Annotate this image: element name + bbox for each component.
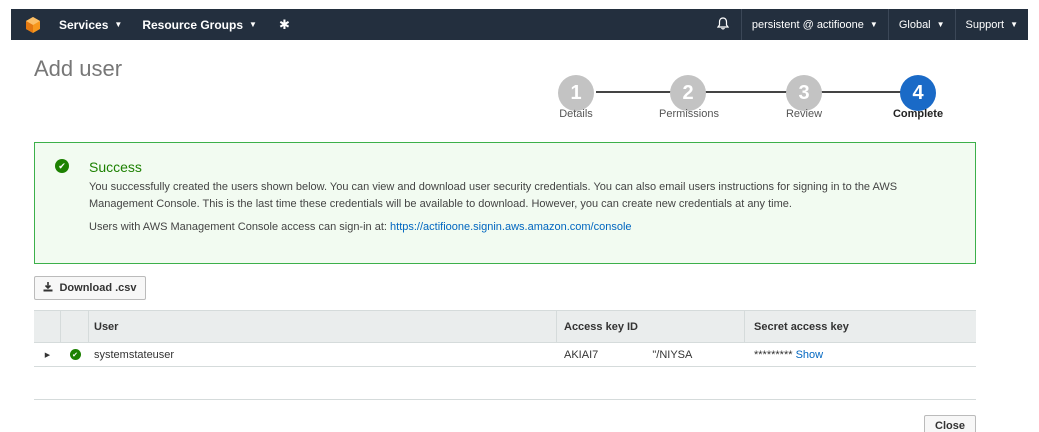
check-circle-icon: ✔ <box>55 159 69 173</box>
support-label: Support <box>965 18 1005 31</box>
support-menu[interactable]: Support ▼ <box>956 9 1028 40</box>
step-4-circle: 4 <box>900 75 936 111</box>
access-key-end: "/NIYSA <box>652 348 693 361</box>
step-1-circle: 1 <box>558 75 594 111</box>
users-table: User Access key ID Secret access key ▶ ✔… <box>34 310 976 367</box>
user-column-header[interactable]: User <box>94 321 118 333</box>
pin-icon[interactable]: ✱ <box>267 17 302 33</box>
signin-info: Users with AWS Management Console access… <box>89 221 632 233</box>
top-nav-bar: Services ▼ Resource Groups ▼ ✱ persisten… <box>11 9 1028 40</box>
region-label: Global <box>898 18 931 31</box>
account-label: persistent @ actifioone <box>751 18 864 31</box>
check-circle-icon: ✔ <box>69 349 81 360</box>
services-menu[interactable]: Services ▼ <box>49 9 132 40</box>
status-column-header <box>61 311 89 342</box>
table-header: User Access key ID Secret access key <box>34 310 976 343</box>
step-2-circle: 2 <box>670 75 706 111</box>
footer-divider <box>34 399 976 400</box>
step-1-label: Details <box>559 108 593 120</box>
signin-prefix: Users with AWS Management Console access… <box>89 221 387 233</box>
caret-right-icon: ▶ <box>44 351 51 359</box>
step-3-circle: 3 <box>786 75 822 111</box>
download-csv-label: Download .csv <box>59 282 137 294</box>
chevron-down-icon: ▼ <box>936 20 945 29</box>
aws-logo-icon[interactable] <box>17 9 49 40</box>
access-key-start: AKIAI7 <box>564 348 599 361</box>
chevron-down-icon: ▼ <box>249 20 257 29</box>
column-divider <box>744 311 745 342</box>
step-2-label: Permissions <box>659 108 719 120</box>
page-title: Add user <box>34 56 123 81</box>
download-csv-button[interactable]: Download .csv <box>34 276 146 300</box>
table-row: ▶ ✔ systemstateuser AKIAI7 "/NIYSA *****… <box>34 343 976 367</box>
resource-groups-menu[interactable]: Resource Groups ▼ <box>132 9 267 40</box>
region-menu[interactable]: Global ▼ <box>889 9 955 40</box>
step-3-label: Review <box>785 108 823 120</box>
signin-url-link[interactable]: https://actifioone.signin.aws.amazon.com… <box>390 221 632 233</box>
step-connector-line <box>596 91 908 93</box>
expand-row-toggle[interactable]: ▶ <box>34 343 61 366</box>
secret-mask: ********* <box>754 348 793 361</box>
row-status: ✔ <box>61 343 89 366</box>
close-button[interactable]: Close <box>924 415 976 432</box>
success-alert: ✔ Success You successfully created the u… <box>34 142 976 264</box>
account-menu[interactable]: persistent @ actifioone ▼ <box>742 9 888 40</box>
chevron-down-icon: ▼ <box>1010 20 1018 29</box>
bell-icon[interactable] <box>705 16 741 33</box>
resource-groups-label: Resource Groups <box>142 17 244 32</box>
expand-column-header <box>34 311 61 342</box>
user-name-cell: systemstateuser <box>94 348 175 361</box>
chevron-down-icon: ▼ <box>114 20 123 29</box>
success-title: Success <box>89 159 142 175</box>
column-divider <box>556 311 557 342</box>
step-4-label: Complete <box>892 108 944 120</box>
access-key-column-header[interactable]: Access key ID <box>564 321 638 333</box>
download-icon <box>43 281 53 295</box>
success-message: You successfully created the users shown… <box>89 181 898 210</box>
services-label: Services <box>59 17 109 32</box>
show-secret-link[interactable]: Show <box>796 349 824 361</box>
secret-key-cell: ********* Show <box>754 349 823 361</box>
secret-key-column-header[interactable]: Secret access key <box>754 321 849 333</box>
access-key-cell: AKIAI7 "/NIYSA <box>564 349 692 361</box>
chevron-down-icon: ▼ <box>869 20 878 29</box>
